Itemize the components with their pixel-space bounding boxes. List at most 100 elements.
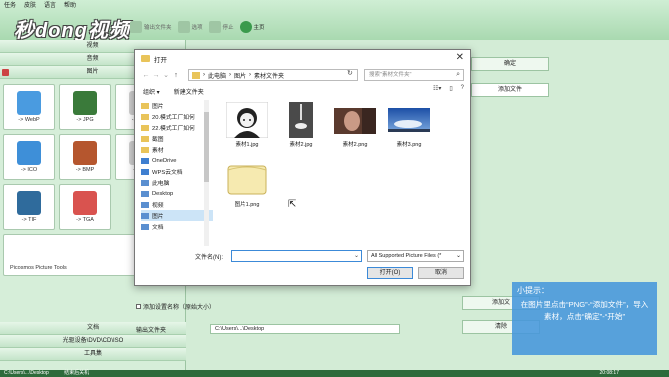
- nav-item[interactable]: Desktop: [141, 188, 213, 199]
- gear-icon: [177, 21, 190, 33]
- breadcrumb-item-folder[interactable]: 素材文件夹: [254, 71, 284, 80]
- nav-item[interactable]: 20.模式工厂如何: [141, 111, 213, 122]
- file-type-select[interactable]: All Supported Picture Files (* ⌄: [367, 250, 464, 262]
- add-setting-row[interactable]: 添加设置名称（原始大小）: [136, 302, 215, 311]
- search-icon: ⌕: [456, 71, 460, 78]
- close-icon[interactable]: ✕: [456, 52, 464, 63]
- tool-label: 停止: [222, 25, 234, 31]
- spoon-thumbnail: [280, 102, 322, 138]
- category-label: 工具集: [83, 351, 102, 357]
- breadcrumb[interactable]: › 此电脑 › 图片 › 素材文件夹: [188, 69, 358, 81]
- nav-scrollbar[interactable]: [204, 100, 209, 246]
- nav-item[interactable]: 视频: [141, 199, 213, 210]
- search-input[interactable]: 搜索"素材文件夹" ⌕: [364, 69, 464, 81]
- preview-pane-icon[interactable]: ▯: [449, 85, 452, 92]
- nav-item-label: 图片: [152, 214, 164, 220]
- category-disc[interactable]: 光驱设备\DVD\CD\ISO: [0, 335, 186, 348]
- computer-icon: [141, 201, 149, 208]
- folder-icon: [141, 113, 149, 120]
- folder-icon: [130, 21, 142, 33]
- menu-item-language[interactable]: 语言: [44, 0, 56, 12]
- ok-button[interactable]: 确定: [471, 57, 549, 71]
- navigation-pane: 图片 20.模式工厂如何 22.模式工厂如何 截图 素材 OneDrive WPS云文档 此电…: [141, 100, 213, 246]
- stop-icon: [208, 21, 221, 33]
- format-icon: [73, 191, 97, 215]
- organize-button[interactable]: 组织 ▾: [143, 87, 160, 96]
- file-item[interactable]: 图片1.png: [223, 162, 271, 208]
- nav-item[interactable]: 素材: [141, 144, 213, 155]
- refresh-icon[interactable]: ↻: [347, 69, 353, 77]
- view-mode-icon[interactable]: ☷▾: [433, 85, 441, 92]
- stop-tool[interactable]: 停止: [208, 21, 234, 33]
- menu-item-skin[interactable]: 皮肤: [24, 0, 36, 12]
- command-bar: 组织 ▾ 新建文件夹 ☷▾ ▯ ?: [135, 85, 470, 97]
- format-label: -> BMP: [75, 167, 95, 173]
- breadcrumb-separator: ›: [249, 72, 252, 78]
- file-list: 素材1.jpg 素材2.jpg 素材2.png 素材3.png 图片1.png: [219, 100, 467, 246]
- up-arrow-icon[interactable]: ↑: [171, 72, 181, 79]
- add-setting-label: 添加设置名称（原始大小）: [143, 305, 216, 311]
- picture-icon: [2, 69, 9, 76]
- nav-item[interactable]: 文档: [141, 221, 213, 232]
- breadcrumb-item-pc[interactable]: 此电脑: [208, 71, 226, 80]
- nav-item[interactable]: 图片: [141, 100, 213, 111]
- filename-input[interactable]: ⌄: [231, 250, 362, 262]
- computer-icon: [141, 223, 149, 230]
- format-tile[interactable]: -> WebP: [3, 84, 55, 130]
- file-item[interactable]: 素材3.png: [385, 102, 433, 148]
- format-tile[interactable]: -> TGA: [59, 184, 111, 230]
- folder-icon: [141, 135, 149, 142]
- category-label: 音频: [86, 56, 99, 62]
- tip-title: 小提示：: [517, 286, 549, 295]
- file-name: 素材1.jpg: [235, 142, 259, 148]
- file-item[interactable]: 素材2.jpg: [277, 102, 325, 148]
- format-label: -> TIF: [21, 217, 37, 223]
- nav-item-label: 文档: [152, 225, 164, 231]
- cancel-button[interactable]: 取消: [418, 267, 464, 279]
- file-item[interactable]: 素材1.jpg: [223, 102, 271, 148]
- output-folder-label: 输出文件夹: [136, 328, 167, 334]
- checkbox[interactable]: [136, 304, 141, 309]
- format-tile[interactable]: -> TIF: [3, 184, 55, 230]
- picosmos-label: Picosmos Picture Tools: [10, 265, 67, 271]
- breadcrumb-separator: ›: [229, 72, 232, 78]
- address-bar: ← → ⌄ ↑ › 此电脑 › 图片 › 素材文件夹 ↻ 搜索"素材文件夹" ⌕: [135, 68, 470, 82]
- chevron-down-icon[interactable]: ⌄: [354, 252, 359, 259]
- format-tile[interactable]: -> ICO: [3, 134, 55, 180]
- tool-label: 主页: [253, 25, 265, 31]
- shutdown-after-checkbox[interactable]: 结束后关机: [64, 370, 89, 376]
- back-arrow-icon[interactable]: ←: [141, 72, 151, 79]
- nav-item[interactable]: 此电脑: [141, 177, 213, 188]
- output-folder-field[interactable]: C:\Users\...\Desktop: [210, 324, 400, 334]
- nav-item[interactable]: OneDrive: [141, 155, 213, 166]
- chevron-down-icon[interactable]: ⌄: [161, 71, 171, 79]
- output-folder-tool[interactable]: 输出文件夹: [130, 21, 172, 33]
- add-file-button[interactable]: 添加文件: [471, 83, 549, 97]
- forward-arrow-icon[interactable]: →: [151, 72, 161, 79]
- nav-item-label: 22.模式工厂如何: [152, 126, 195, 132]
- dialog-titlebar: 打开: [135, 50, 470, 67]
- menu-bar: 任务 皮肤 语言 帮助: [0, 0, 76, 12]
- options-tool[interactable]: 选项: [177, 21, 203, 33]
- format-tile[interactable]: -> BMP: [59, 134, 111, 180]
- file-item[interactable]: 素材2.png: [331, 102, 379, 148]
- menu-item-help[interactable]: 帮助: [64, 0, 76, 12]
- open-file-dialog: 打开 ✕ ← → ⌄ ↑ › 此电脑 › 图片 › 素材文件夹 ↻ 搜索"素材文…: [134, 49, 471, 286]
- home-icon: [239, 21, 252, 33]
- help-icon[interactable]: ?: [461, 85, 464, 92]
- home-tool[interactable]: 主页: [239, 21, 265, 33]
- menu-item-task[interactable]: 任务: [4, 0, 16, 12]
- view-controls: ☷▾ ▯ ?: [433, 85, 464, 92]
- breadcrumb-item-pictures[interactable]: 图片: [234, 71, 246, 80]
- nav-item[interactable]: 图片: [141, 210, 213, 221]
- new-folder-button[interactable]: 新建文件夹: [174, 87, 204, 96]
- open-button[interactable]: 打开(O): [367, 267, 413, 279]
- category-tools[interactable]: 工具集: [0, 348, 186, 361]
- format-tile[interactable]: -> JPG: [59, 84, 111, 130]
- file-type-value: All Supported Picture Files (*: [371, 253, 442, 259]
- scroll-thumb[interactable]: [204, 112, 209, 182]
- nav-item[interactable]: 22.模式工厂如何: [141, 122, 213, 133]
- filename-label: 文件名(N):: [195, 255, 223, 261]
- nav-item[interactable]: 截图: [141, 133, 213, 144]
- nav-item[interactable]: WPS云文档: [141, 166, 213, 177]
